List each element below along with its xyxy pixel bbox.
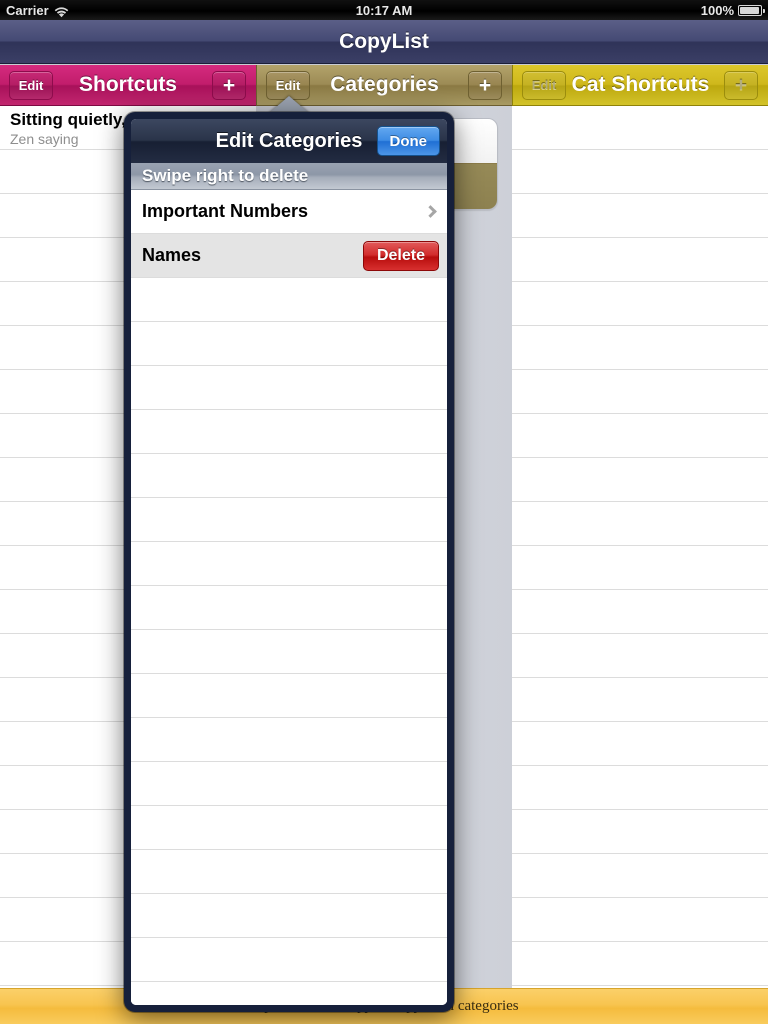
- status-bar-time: 10:17 AM: [355, 2, 413, 18]
- popover-nav-bar: Edit Categories Done: [131, 119, 447, 163]
- list-item[interactable]: [131, 630, 447, 674]
- ipad-screen: Carrier 10:17 AM 100% CopyList Edit Shor…: [0, 0, 768, 1024]
- toolbar-shortcuts: Edit Shortcuts +: [0, 65, 256, 106]
- popover-content: Edit Categories Done Swipe right to dele…: [131, 119, 447, 1005]
- category-row-label: Important Numbers: [142, 201, 309, 221]
- list-item[interactable]: [131, 410, 447, 454]
- category-row-label: Names: [142, 245, 202, 265]
- list-item[interactable]: [131, 938, 447, 982]
- list-item[interactable]: [512, 546, 768, 590]
- list-item[interactable]: [512, 942, 768, 986]
- app-title: CopyList: [339, 29, 429, 53]
- list-item[interactable]: [512, 458, 768, 502]
- list-item[interactable]: [131, 278, 447, 322]
- status-bar: Carrier 10:17 AM 100%: [0, 0, 768, 20]
- list-item[interactable]: [512, 106, 768, 150]
- list-item[interactable]: [131, 982, 447, 1005]
- battery-percent-label: 100%: [700, 2, 734, 18]
- list-item[interactable]: [512, 502, 768, 546]
- list-item[interactable]: [131, 762, 447, 806]
- delete-button[interactable]: Delete: [362, 240, 439, 271]
- list-item[interactable]: [512, 238, 768, 282]
- list-item[interactable]: [512, 678, 768, 722]
- chevron-right-icon: [424, 204, 437, 218]
- list-item[interactable]: [512, 634, 768, 678]
- edit-button-shortcuts[interactable]: Edit: [9, 70, 53, 100]
- popover-section-header-label: Swipe right to delete: [142, 166, 309, 185]
- list-item[interactable]: [131, 454, 447, 498]
- list-item[interactable]: [131, 322, 447, 366]
- categories-edit-list: Important Numbers Names Delete: [131, 190, 447, 1005]
- status-bar-right: 100%: [700, 2, 765, 18]
- add-button-cat-shortcuts[interactable]: +: [724, 70, 758, 100]
- list-item[interactable]: [512, 898, 768, 942]
- list-item[interactable]: [131, 366, 447, 410]
- category-row-names[interactable]: Names Delete: [131, 234, 447, 278]
- list-item[interactable]: [512, 282, 768, 326]
- list-item[interactable]: [512, 150, 768, 194]
- list-item[interactable]: [131, 850, 447, 894]
- edit-categories-popover: Edit Categories Done Swipe right to dele…: [124, 112, 454, 1012]
- list-item[interactable]: [512, 370, 768, 414]
- list-item[interactable]: [131, 718, 447, 762]
- list-item[interactable]: [512, 722, 768, 766]
- list-item[interactable]: [131, 542, 447, 586]
- empty-rows-container: [131, 278, 447, 1005]
- battery-icon: [738, 4, 765, 16]
- cat-shortcuts-list: [512, 106, 768, 986]
- column-toolbars: Edit Shortcuts + Edit Categories + Edit …: [0, 65, 768, 106]
- list-item[interactable]: [131, 806, 447, 850]
- list-item[interactable]: [131, 586, 447, 630]
- list-item[interactable]: [512, 766, 768, 810]
- add-button-categories[interactable]: +: [468, 70, 502, 100]
- category-row-important-numbers[interactable]: Important Numbers: [131, 190, 447, 234]
- pane-cat-shortcuts: [512, 106, 768, 1024]
- toolbar-cat-shortcuts: Edit Cat Shortcuts +: [512, 65, 768, 106]
- popover-section-header: Swipe right to delete: [131, 163, 447, 190]
- list-item[interactable]: [512, 326, 768, 370]
- edit-button-cat-shortcuts[interactable]: Edit: [522, 70, 566, 100]
- list-item[interactable]: [512, 854, 768, 898]
- popover-title: Edit Categories: [215, 129, 363, 152]
- list-item[interactable]: [131, 674, 447, 718]
- list-item[interactable]: [512, 414, 768, 458]
- list-item[interactable]: [512, 194, 768, 238]
- list-item[interactable]: [512, 810, 768, 854]
- add-button-shortcuts[interactable]: +: [212, 70, 246, 100]
- list-item[interactable]: [131, 498, 447, 542]
- list-item[interactable]: [131, 894, 447, 938]
- list-item[interactable]: [512, 590, 768, 634]
- app-title-bar: CopyList: [0, 20, 768, 64]
- done-button[interactable]: Done: [376, 126, 440, 156]
